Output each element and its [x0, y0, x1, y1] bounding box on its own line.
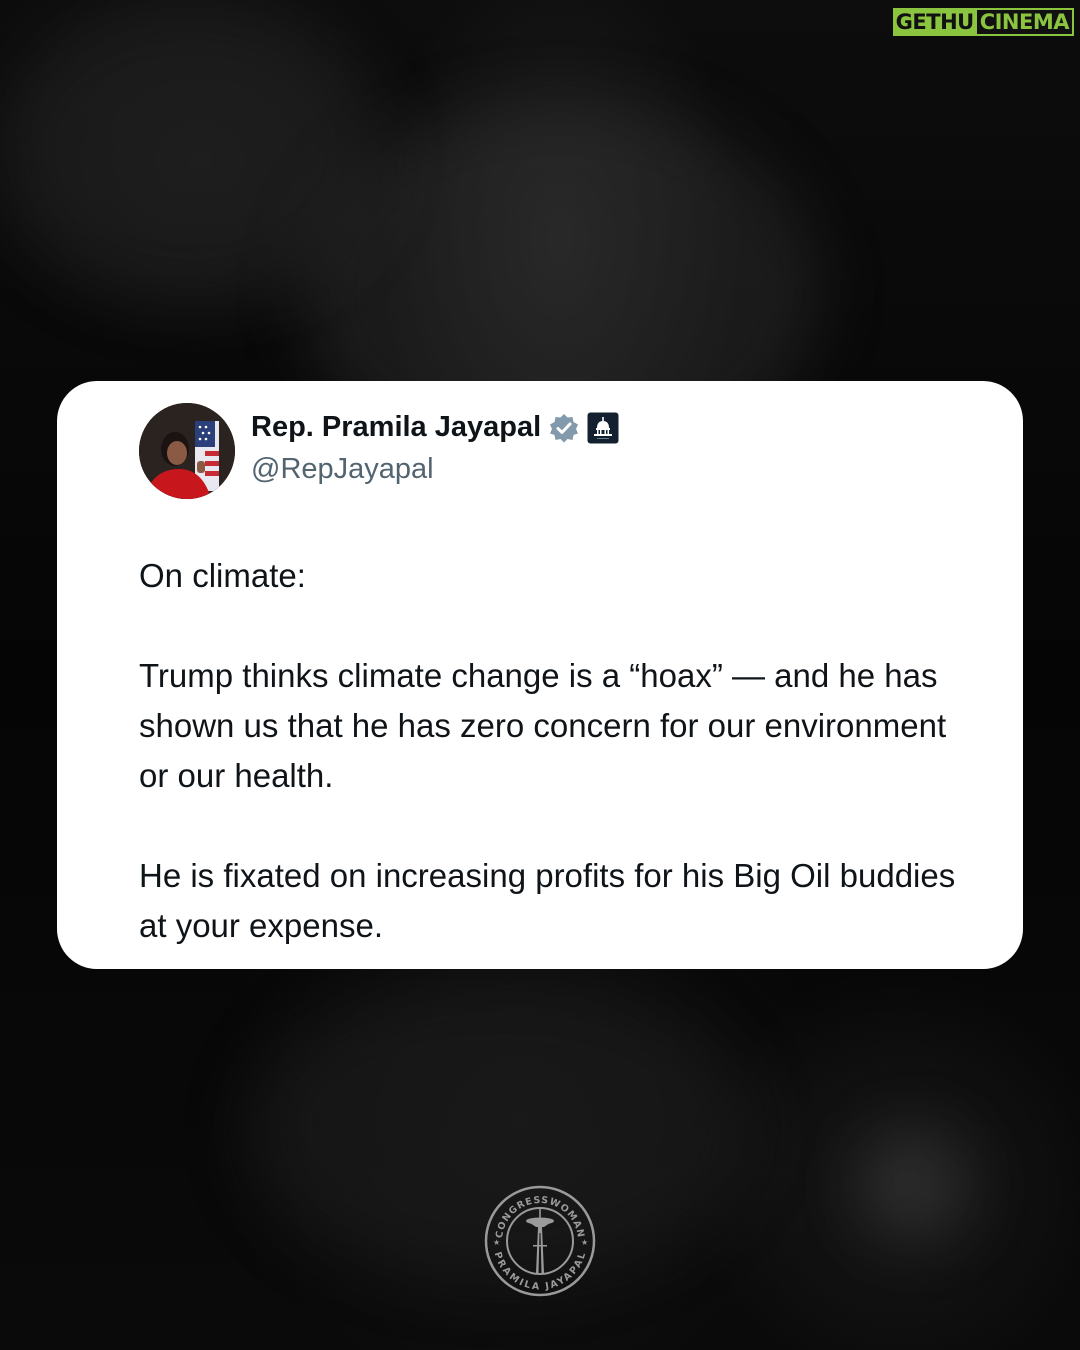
- svg-text:★: ★: [581, 1238, 588, 1247]
- author-name-row: Rep. Pramila Jayapal: [251, 411, 619, 444]
- tweet-card: Rep. Pramila Jayapal @RepJayapal On clim…: [57, 381, 1023, 969]
- page-background: GETHU CINEMA Rep. Pramila Jayapal @RepJa…: [0, 0, 1080, 1350]
- capitol-dome-icon: [587, 412, 619, 443]
- tweet-paragraph: On climate:: [139, 557, 306, 594]
- space-needle-seal-icon: CONGRESSWOMAN PRAMILA JAYAPAL ★ ★: [484, 1185, 596, 1297]
- verified-badge-icon: [550, 413, 579, 442]
- author-name[interactable]: Rep. Pramila Jayapal: [251, 411, 541, 444]
- tweet-paragraph: He is fixated on increasing profits for …: [139, 857, 956, 944]
- background-blur-shape: [0, 0, 380, 300]
- background-blur-shape: [860, 1130, 970, 1240]
- avatar-photo-icon: [139, 403, 235, 499]
- svg-text:PRAMILA JAYAPAL: PRAMILA JAYAPAL: [492, 1251, 589, 1293]
- avatar[interactable]: [139, 403, 235, 499]
- tweet-text: On climate: Trump thinks climate change …: [139, 551, 969, 951]
- channel-watermark: GETHU CINEMA: [892, 8, 1074, 36]
- author-handle[interactable]: @RepJayapal: [251, 453, 434, 486]
- watermark-part-b: CINEMA: [976, 8, 1074, 36]
- tweet-paragraph: Trump thinks climate change is a “hoax” …: [139, 657, 947, 794]
- watermark-part-a: GETHU: [892, 8, 977, 36]
- svg-text:★: ★: [493, 1238, 500, 1247]
